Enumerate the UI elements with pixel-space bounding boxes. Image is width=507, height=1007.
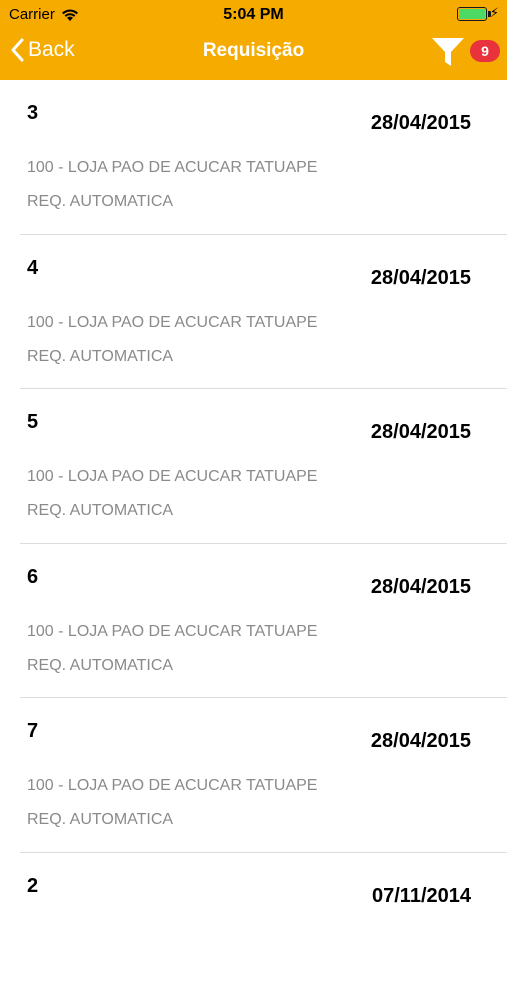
list-item[interactable]: 3 28/04/2015 100 - LOJA PAO DE ACUCAR TA… [0, 80, 507, 235]
filter-count-badge: 9 [470, 40, 500, 62]
store-name: 100 - LOJA PAO DE ACUCAR TATUAPE [27, 777, 317, 795]
requisition-number: 2 [27, 875, 38, 898]
list-item[interactable]: 2 07/11/2014 [0, 853, 507, 1007]
requisition-date: 28/04/2015 [371, 112, 471, 135]
status-bar: Carrier 5:04 PM ⚡ [0, 0, 507, 28]
requisition-number: 6 [27, 566, 38, 589]
list-item[interactable]: 4 28/04/2015 100 - LOJA PAO DE ACUCAR TA… [0, 235, 507, 390]
charging-icon: ⚡ [490, 5, 499, 21]
top-bar: Carrier 5:04 PM ⚡ Back Requisição 9 [0, 0, 507, 80]
requisition-date: 07/11/2014 [372, 885, 471, 908]
requisition-type: REQ. AUTOMATICA [27, 193, 173, 211]
store-name: 100 - LOJA PAO DE ACUCAR TATUAPE [27, 159, 317, 177]
requisition-date: 28/04/2015 [371, 267, 471, 290]
filter-icon[interactable] [431, 36, 465, 68]
clock: 5:04 PM [0, 6, 507, 24]
requisition-type: REQ. AUTOMATICA [27, 348, 173, 366]
requisition-type: REQ. AUTOMATICA [27, 811, 173, 829]
store-name: 100 - LOJA PAO DE ACUCAR TATUAPE [27, 314, 317, 332]
requisition-number: 3 [27, 102, 38, 125]
requisition-number: 7 [27, 720, 38, 743]
requisition-date: 28/04/2015 [371, 576, 471, 599]
requisition-list: 3 28/04/2015 100 - LOJA PAO DE ACUCAR TA… [0, 80, 507, 1007]
requisition-date: 28/04/2015 [371, 421, 471, 444]
requisition-number: 4 [27, 257, 38, 280]
list-item[interactable]: 5 28/04/2015 100 - LOJA PAO DE ACUCAR TA… [0, 389, 507, 544]
nav-bar: Back Requisição 9 [0, 28, 507, 80]
requisition-date: 28/04/2015 [371, 730, 471, 753]
list-item[interactable]: 7 28/04/2015 100 - LOJA PAO DE ACUCAR TA… [0, 698, 507, 853]
list-item[interactable]: 6 28/04/2015 100 - LOJA PAO DE ACUCAR TA… [0, 544, 507, 699]
requisition-number: 5 [27, 411, 38, 434]
requisition-type: REQ. AUTOMATICA [27, 657, 173, 675]
battery-icon [457, 7, 487, 21]
store-name: 100 - LOJA PAO DE ACUCAR TATUAPE [27, 468, 317, 486]
requisition-type: REQ. AUTOMATICA [27, 502, 173, 520]
store-name: 100 - LOJA PAO DE ACUCAR TATUAPE [27, 623, 317, 641]
